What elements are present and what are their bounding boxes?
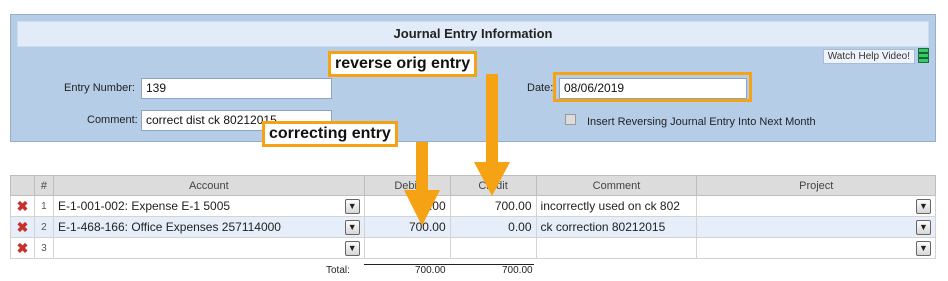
chevron-down-icon[interactable]: ▼	[916, 240, 931, 256]
table-row: ✖ 2 E-1-468-166: Office Expenses 2571140…	[10, 216, 936, 238]
chevron-down-icon[interactable]: ▼	[344, 240, 360, 256]
column-header-project: Project	[696, 175, 936, 196]
project-select[interactable]: ▼	[696, 195, 936, 217]
chevron-down-icon[interactable]: ▼	[344, 198, 360, 214]
row-number: 3	[33, 237, 54, 259]
date-label: Date:	[527, 82, 554, 94]
column-header-comment: Comment	[535, 175, 698, 196]
total-credit: 700.00	[502, 265, 533, 276]
panel-title: Journal Entry Information	[17, 21, 929, 47]
total-label: Total:	[326, 265, 350, 276]
date-highlight-box	[553, 72, 752, 102]
row-number: 1	[33, 195, 54, 217]
account-value: E-1-001-002: Expense E-1 5005	[57, 199, 231, 213]
reversing-entry-label: Insert Reversing Journal Entry Into Next…	[587, 116, 816, 128]
account-select[interactable]: E-1-468-166: Office Expenses 257114000 ▼	[52, 216, 365, 238]
line-comment-input[interactable]: ck correction 80212015	[535, 216, 698, 238]
delete-x-icon[interactable]: ✖	[17, 240, 29, 256]
entry-number-input[interactable]: 139	[141, 78, 332, 99]
entry-number-label: Entry Number:	[64, 82, 135, 94]
row-number: 2	[33, 216, 54, 238]
delete-x-icon[interactable]: ✖	[17, 219, 29, 235]
delete-row-button[interactable]: ✖	[10, 237, 35, 259]
line-comment-input[interactable]	[535, 237, 698, 259]
line-comment-input[interactable]: incorrectly used on ck 802	[535, 195, 698, 217]
debit-input[interactable]	[363, 237, 451, 259]
film-icon[interactable]	[918, 48, 929, 63]
total-debit: 700.00	[415, 265, 446, 276]
chevron-down-icon[interactable]: ▼	[916, 198, 931, 214]
delete-x-icon[interactable]: ✖	[17, 198, 29, 214]
account-select[interactable]: ▼	[52, 237, 365, 259]
chevron-down-icon[interactable]: ▼	[344, 219, 360, 235]
correcting-entry-callout: correcting entry	[262, 121, 398, 147]
project-select[interactable]: ▼	[696, 216, 936, 238]
chevron-down-icon[interactable]: ▼	[916, 219, 931, 235]
project-select[interactable]: ▼	[696, 237, 936, 259]
credit-input[interactable]: 700.00	[449, 195, 537, 217]
column-header-num: #	[33, 175, 54, 196]
delete-row-button[interactable]: ✖	[10, 216, 35, 238]
correcting-arrow-icon	[404, 142, 440, 226]
comment-label: Comment:	[87, 114, 138, 126]
account-select[interactable]: E-1-001-002: Expense E-1 5005 ▼	[52, 195, 365, 217]
reverse-orig-entry-callout: reverse orig entry	[328, 51, 478, 77]
table-row: ✖ 3 ▼ ▼	[10, 237, 936, 259]
watch-help-video-link[interactable]: Watch Help Video!	[822, 49, 915, 64]
credit-input[interactable]: 0.00	[449, 216, 537, 238]
reverse-arrow-icon	[474, 74, 510, 196]
delete-row-button[interactable]: ✖	[10, 195, 35, 217]
reversing-entry-checkbox[interactable]	[565, 114, 576, 125]
table-row: ✖ 1 E-1-001-002: Expense E-1 5005 ▼ .00 7…	[10, 195, 936, 217]
credit-input[interactable]	[449, 237, 537, 259]
column-header-account: Account	[52, 175, 365, 196]
delete-column-header	[10, 175, 35, 196]
account-value: E-1-468-166: Office Expenses 257114000	[57, 220, 281, 234]
